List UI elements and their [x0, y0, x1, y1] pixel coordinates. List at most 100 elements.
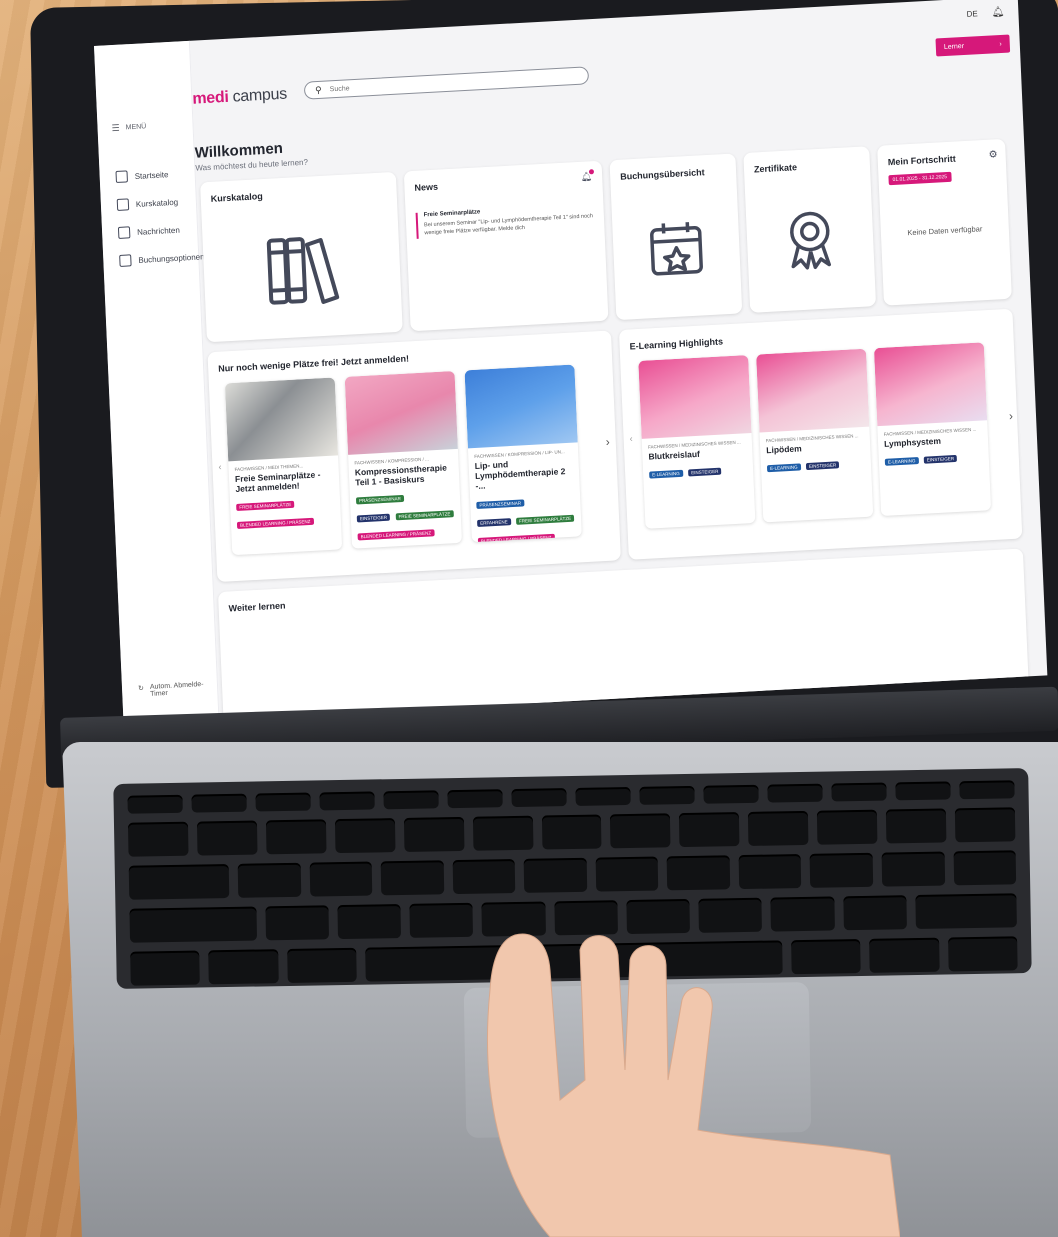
course-image — [344, 370, 458, 455]
search-bar[interactable]: ⚲ — [303, 66, 590, 100]
course-tag: BLENDED LEARNING / PRÄSENZ — [357, 529, 435, 541]
chevron-right-icon: › — [999, 40, 1002, 48]
sidebar-item-label: Buchungsoptionen — [138, 251, 205, 265]
key — [130, 950, 201, 986]
key — [954, 807, 1016, 843]
course-tag: E-LEARNING — [649, 469, 683, 479]
tile-title: News — [414, 181, 439, 193]
key — [810, 852, 874, 888]
key — [953, 850, 1017, 886]
key — [895, 781, 951, 801]
key — [748, 810, 809, 846]
key — [842, 895, 907, 931]
course-card[interactable]: FACHWISSEN / MEDIZINISCHES WISSEN ... Li… — [756, 348, 874, 523]
course-tags: E-LEARNING EINSTEIGER — [649, 458, 748, 481]
chevron-left-icon[interactable]: ‹ — [218, 462, 221, 472]
key — [595, 856, 659, 892]
key — [881, 851, 945, 887]
bell-icon[interactable]: 🔔︎ — [991, 7, 1004, 19]
seminars-section: Nur noch wenige Plätze frei! Jetzt anmel… — [207, 330, 621, 583]
calendar-star-icon — [650, 222, 703, 276]
tile-title: Zertifikate — [753, 162, 798, 175]
key — [666, 855, 731, 891]
course-card[interactable]: FACHWISSEN / MEDIZINISCHES WISSEN ... Ly… — [873, 342, 992, 517]
search-icon: ⚲ — [314, 84, 322, 95]
tile-title: Buchungsübersicht — [619, 167, 705, 182]
key — [309, 861, 373, 897]
key — [947, 936, 1018, 972]
section-title: Weiter lernen — [228, 600, 286, 614]
key — [128, 863, 230, 900]
logo-strong: medi — [192, 88, 229, 108]
course-tag: BLENDED LEARNING / PRÄSENZ — [236, 518, 314, 530]
sidebar-nav: Startseite Kurskatalog Nachrichten Buchu… — [115, 158, 205, 275]
filter-settings-icon[interactable]: ⚙ — [988, 149, 997, 160]
role-button-label: Lerner — [943, 42, 965, 51]
tile-zertifikate[interactable]: Zertifikate — [743, 146, 877, 313]
key — [255, 792, 311, 812]
sidebar-item-label: Startseite — [134, 169, 169, 181]
course-tag: E-LEARNING — [884, 457, 919, 466]
tile-news[interactable]: News 🔔︎ Freie Seminarplätze Bei unserem … — [403, 160, 609, 332]
course-tag: BLENDED LEARNING / PRÄSENZ — [477, 533, 555, 543]
key — [770, 896, 835, 932]
course-card[interactable]: FACHWISSEN / KOMPRESSION / ... Kompressi… — [344, 370, 463, 549]
refresh-icon: ↻ — [137, 685, 145, 693]
tile-fortschritt[interactable]: Mein Fortschritt ⚙ 01.01.2025 - 31.12.20… — [877, 138, 1012, 306]
course-tags: E-LEARNING EINSTEIGER — [884, 446, 983, 469]
books-icon — [116, 198, 130, 211]
course-tag: PRÄSENZSEMINAR — [476, 498, 525, 509]
course-tag: EINSTEIGER — [356, 514, 391, 523]
language-switch[interactable]: DE — [966, 9, 978, 19]
logout-timer[interactable]: ↻ Autom. Abmelde-Timer — [138, 680, 217, 698]
course-image — [873, 342, 988, 427]
chevron-left-icon[interactable]: ‹ — [629, 433, 632, 443]
menu-toggle[interactable]: ☰ MENÜ — [111, 121, 146, 134]
medi-campus-logo[interactable]: medi campus — [192, 86, 287, 109]
header-actions: DE 🔔︎ — [966, 7, 1004, 20]
key — [472, 815, 534, 851]
section-title: E-Learning Highlights — [629, 336, 724, 352]
key — [127, 794, 183, 814]
key — [523, 857, 588, 893]
course-card[interactable]: FACHWISSEN / MEDI THEMEN... Freie Semina… — [224, 377, 343, 556]
key — [208, 949, 279, 985]
booking-icon — [119, 254, 132, 267]
key — [319, 791, 375, 811]
sidebar-item-label: Kurskatalog — [135, 197, 179, 209]
news-item[interactable]: Freie Seminarplätze Bei unserem Seminar … — [415, 203, 595, 239]
key — [127, 821, 189, 857]
key — [237, 862, 301, 898]
elearning-section: E-Learning Highlights ‹ FACHWISSEN / MED… — [618, 308, 1023, 560]
key — [191, 793, 247, 813]
key — [383, 790, 439, 810]
key — [334, 818, 396, 854]
chevron-right-icon[interactable]: › — [1009, 409, 1014, 423]
course-tags: E-LEARNING EINSTEIGER — [766, 452, 866, 475]
key — [264, 905, 329, 941]
menu-label: MENÜ — [125, 123, 147, 132]
key — [703, 784, 759, 804]
logout-timer-label: Autom. Abmelde-Timer — [149, 680, 204, 698]
tile-title: Kurskatalog — [210, 191, 263, 204]
course-card[interactable]: FACHWISSEN / MEDIZINISCHES WISSEN ... Bl… — [638, 355, 756, 529]
course-tag: FREIE SEMINARPLÄTZE — [395, 510, 454, 521]
course-tag: E-LEARNING — [766, 463, 801, 473]
home-icon — [115, 170, 128, 184]
search-input[interactable] — [327, 72, 552, 94]
empty-state: Keine Daten verfügbar — [907, 224, 983, 238]
key — [626, 898, 690, 935]
key — [403, 816, 465, 852]
course-tag: FREIE SEMINARPLÄTZE — [236, 501, 295, 512]
tile-kurskatalog[interactable]: Kurskatalog — [200, 171, 403, 343]
course-card[interactable]: FACHWISSEN / KOMPRESSION / LIP- UN... Li… — [464, 364, 582, 543]
key — [738, 854, 802, 890]
key — [541, 814, 602, 850]
sidebar-item-buchungsoptionen[interactable]: Buchungsoptionen — [119, 242, 205, 275]
key — [679, 812, 740, 848]
chevron-right-icon[interactable]: › — [605, 435, 610, 449]
tile-buchungsuebersicht[interactable]: Buchungsübersicht — [609, 153, 743, 321]
key — [447, 789, 503, 809]
role-button[interactable]: Lerner › — [935, 34, 1011, 57]
date-range-badge: 01.01.2025 - 31.12.2025 — [888, 171, 952, 186]
